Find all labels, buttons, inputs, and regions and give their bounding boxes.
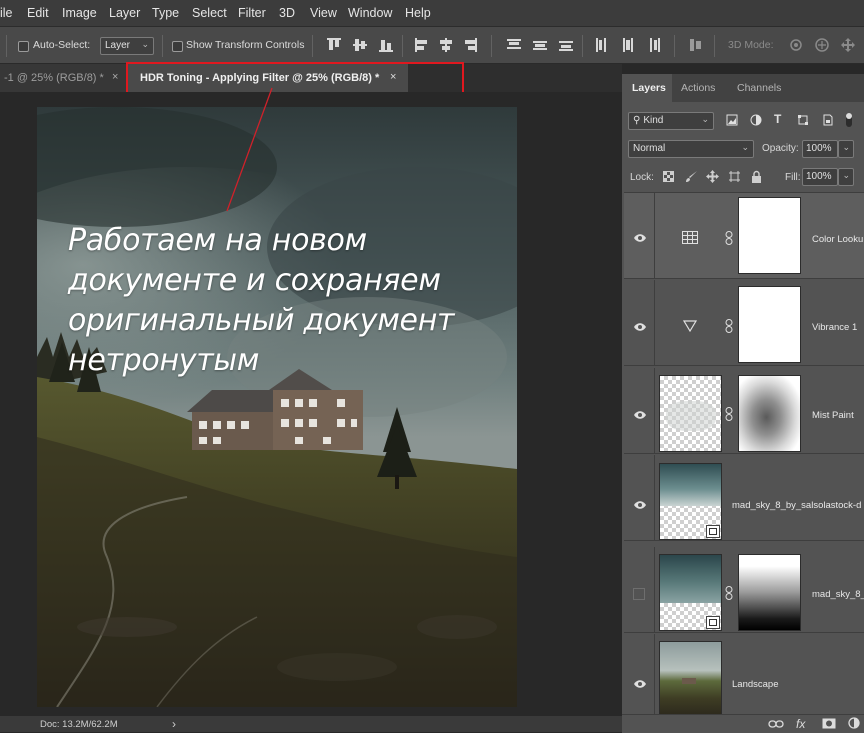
lock-transparent-icon[interactable]: [663, 171, 674, 182]
fill-dropdown-button[interactable]: ⌄: [838, 168, 854, 186]
visibility-column-divider: [654, 368, 655, 454]
chevron-down-icon: ⌄: [842, 142, 850, 152]
filter-type-icon[interactable]: T: [774, 112, 781, 126]
color-lookup-adjustment-icon: [682, 231, 698, 244]
filter-toggle-switch[interactable]: [846, 113, 852, 127]
mist-preview: [666, 401, 716, 431]
new-adjustment-layer-icon[interactable]: [848, 717, 860, 729]
filter-pixel-icon[interactable]: [726, 114, 738, 126]
eye-icon[interactable]: [634, 679, 646, 689]
lock-artboard-icon[interactable]: [728, 170, 741, 183]
layer-row[interactable]: Vibrance 1: [624, 280, 864, 366]
visibility-column-divider: [654, 193, 655, 279]
chevron-down-icon: ⌄: [701, 114, 709, 124]
annotation-line-1: Работаем на новом: [68, 223, 367, 258]
layer-row[interactable]: Color Looku: [624, 193, 864, 279]
layer-thumbnail[interactable]: [659, 554, 722, 631]
layers-panel-footer: fx: [622, 714, 864, 733]
panel-tab-bar: Layers Actions Channels: [622, 74, 864, 102]
layer-name[interactable]: Mist Paint: [812, 410, 854, 421]
link-layers-icon[interactable]: [768, 719, 784, 729]
filter-toggle-knob: [846, 113, 852, 119]
filter-adjustment-icon[interactable]: [750, 114, 762, 126]
chevron-down-icon: ⌄: [741, 142, 749, 152]
lock-label: Lock:: [630, 172, 654, 183]
layer-mask-thumbnail[interactable]: [738, 554, 801, 631]
fill-input[interactable]: 100%: [802, 168, 838, 186]
opacity-dropdown-button[interactable]: ⌄: [838, 140, 854, 158]
layer-name[interactable]: Landscape: [732, 679, 778, 690]
tab-actions-label: Actions: [681, 82, 716, 94]
tab-channels[interactable]: Channels: [728, 74, 790, 102]
opacity-label: Opacity:: [762, 143, 799, 154]
eye-icon[interactable]: [634, 322, 646, 332]
filter-shape-icon[interactable]: [797, 114, 809, 126]
annotation-text: Работаем на новом документе и сохраняем …: [68, 221, 548, 381]
tab-layers[interactable]: Layers: [622, 74, 672, 102]
layer-mask-thumbnail[interactable]: [738, 375, 801, 452]
layer-name[interactable]: mad_sky_8_: [812, 589, 864, 600]
fill-value: 100%: [806, 171, 832, 182]
eye-icon[interactable]: [634, 500, 646, 510]
lock-move-icon[interactable]: [706, 170, 719, 183]
eye-icon[interactable]: [634, 410, 646, 420]
layer-mask-thumbnail[interactable]: [738, 286, 801, 363]
visibility-toggle-empty[interactable]: [633, 588, 645, 600]
fx-icon[interactable]: fx: [796, 717, 805, 731]
layer-row[interactable]: Mist Paint: [624, 368, 864, 454]
house-preview: [682, 678, 696, 684]
layer-thumbnail[interactable]: [659, 463, 722, 540]
layer-row[interactable]: mad_sky_8_: [624, 547, 864, 633]
opacity-value: 100%: [806, 143, 832, 154]
layer-row[interactable]: mad_sky_8_by_salsolastock-d: [624, 455, 864, 541]
visibility-column-divider: [654, 547, 655, 633]
visibility-column-divider: [654, 455, 655, 541]
smart-object-icon: [706, 525, 720, 538]
lock-all-icon[interactable]: [751, 170, 762, 183]
filter-smart-object-icon[interactable]: [822, 114, 834, 126]
layer-row[interactable]: Landscape: [624, 634, 864, 718]
tab-channels-label: Channels: [737, 82, 782, 94]
layer-thumbnail[interactable]: [659, 375, 722, 452]
layer-thumbnail[interactable]: [659, 641, 722, 718]
fill-label: Fill:: [785, 172, 801, 183]
visibility-column-divider: [654, 634, 655, 716]
visibility-column-divider: [654, 280, 655, 366]
layer-name[interactable]: mad_sky_8_by_salsolastock-d: [732, 500, 861, 511]
status-bar: Doc: 13.2M/62.2M ›: [0, 716, 622, 732]
status-menu-arrow-icon[interactable]: ›: [172, 717, 176, 731]
vibrance-adjustment-icon: [683, 320, 697, 332]
annotation-line-2: документе и сохраняем: [68, 263, 441, 298]
link-icon[interactable]: [725, 586, 733, 600]
doc-size-info[interactable]: Doc: 13.2M/62.2M: [40, 719, 118, 730]
layer-filter-value: Kind: [643, 115, 664, 126]
layer-mask-thumbnail[interactable]: [738, 197, 801, 274]
layer-name[interactable]: Color Looku: [812, 234, 863, 245]
tab-layers-label: Layers: [632, 82, 666, 94]
annotation-line-4: нетронутым: [68, 343, 260, 378]
smart-object-icon: [706, 616, 720, 629]
sky-preview: [660, 555, 721, 603]
lock-brush-icon[interactable]: [685, 170, 698, 183]
chevron-down-icon: ⌄: [842, 170, 850, 180]
sky-preview: [660, 464, 721, 506]
annotation-line-3: оригинальный документ: [68, 303, 455, 338]
layer-name[interactable]: Vibrance 1: [812, 322, 857, 333]
add-mask-icon[interactable]: [822, 718, 836, 729]
blend-mode-value: Normal: [633, 143, 666, 154]
eye-icon[interactable]: [634, 233, 646, 243]
link-icon[interactable]: [725, 231, 733, 245]
link-icon[interactable]: [725, 319, 733, 333]
tab-actions[interactable]: Actions: [673, 74, 727, 102]
opacity-input[interactable]: 100%: [802, 140, 838, 158]
layer-filter-dropdown[interactable]: ⚲ Kind ⌄: [628, 112, 714, 130]
blend-mode-dropdown[interactable]: Normal ⌄: [628, 140, 754, 158]
link-icon[interactable]: [725, 407, 733, 421]
search-icon: ⚲: [633, 115, 641, 126]
